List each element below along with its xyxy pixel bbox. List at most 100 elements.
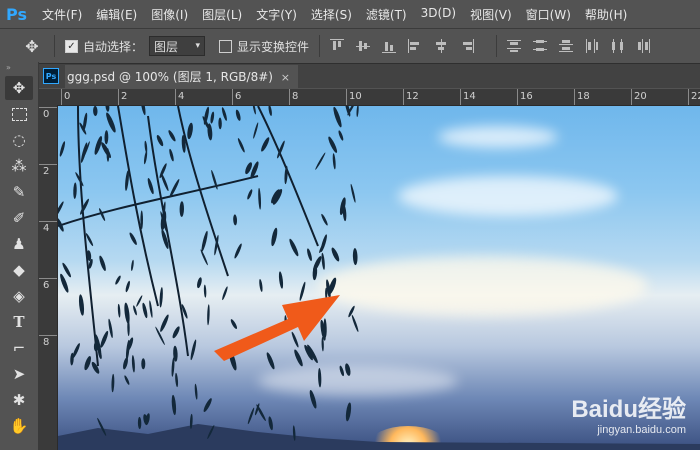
- willow-leaf: [140, 106, 146, 116]
- shape-tool-icon[interactable]: ✱: [5, 388, 33, 412]
- ruler-label: 6: [43, 280, 50, 291]
- panel-collapse-icon[interactable]: »: [0, 62, 38, 74]
- ruler-tick: [175, 89, 176, 105]
- willow-leaf: [168, 130, 176, 142]
- distribute-left-icon[interactable]: [585, 39, 599, 53]
- ruler-label: 2: [121, 91, 128, 102]
- menu-item[interactable]: 图层(L): [202, 6, 242, 23]
- lasso-tool-icon[interactable]: ◌: [5, 128, 33, 152]
- menu-item[interactable]: 图像(I): [151, 6, 188, 23]
- ruler-origin[interactable]: [39, 89, 58, 105]
- auto-select-target-dropdown[interactable]: 图层 ▾: [149, 36, 206, 56]
- willow-leaf: [218, 117, 222, 130]
- willow-leaf: [350, 183, 356, 203]
- willow-leaf: [172, 326, 180, 339]
- menu-item[interactable]: 选择(S): [311, 6, 352, 23]
- align-bottom-edges-icon[interactable]: [382, 39, 397, 53]
- willow-leaf: [252, 106, 256, 115]
- move-tool-icon[interactable]: ✥: [20, 37, 44, 56]
- willow-leaf: [351, 314, 359, 332]
- distribute-horizontal-centers-icon[interactable]: [611, 39, 625, 53]
- willow-leaf: [124, 375, 130, 385]
- willow-leaf: [321, 252, 325, 270]
- menu-item[interactable]: 滤镜(T): [366, 6, 407, 23]
- menu-item[interactable]: 文字(Y): [256, 6, 297, 23]
- photoshop-doc-icon: Ps: [43, 68, 59, 84]
- watermark-sub: jingyan.baidu.com: [597, 424, 686, 436]
- align-top-edges-icon[interactable]: [330, 39, 345, 53]
- align-vertical-centers-icon[interactable]: [356, 39, 371, 53]
- marquee-tool-icon[interactable]: [5, 102, 33, 126]
- willow-leaf: [155, 326, 165, 345]
- willow-leaf: [159, 287, 163, 308]
- willow-leaf: [207, 424, 215, 440]
- vertical-ruler[interactable]: 0 2 4 6 8: [39, 105, 58, 450]
- magic-wand-tool-icon[interactable]: ⁂: [5, 154, 33, 178]
- auto-select-checkbox[interactable]: ✓: [65, 39, 78, 53]
- willow-leaf: [233, 214, 238, 226]
- willow-leaf: [271, 227, 278, 247]
- document-tab[interactable]: ggg.psd @ 100% (图层 1, RGB/8#) ×: [65, 64, 298, 88]
- ruler-tick: [118, 89, 119, 105]
- stamp-tool-icon[interactable]: ♟: [5, 232, 33, 256]
- menu-item[interactable]: 视图(V): [470, 6, 512, 23]
- willow-leaf: [147, 178, 154, 195]
- willow-leaf: [73, 182, 77, 199]
- align-horizontal-centers-icon[interactable]: [434, 39, 448, 53]
- willow-leaf: [194, 383, 198, 400]
- willow-leaf: [144, 140, 148, 153]
- eyedropper-tool-icon[interactable]: ✎: [5, 180, 33, 204]
- willow-leaf: [97, 417, 107, 436]
- show-transform-checkbox[interactable]: [219, 39, 233, 53]
- willow-leaf: [338, 130, 344, 141]
- distribute-right-icon[interactable]: [637, 39, 651, 53]
- willow-leaf: [261, 137, 270, 152]
- distribute-vertical-centers-icon[interactable]: [533, 39, 548, 53]
- willow-leaf: [129, 232, 137, 245]
- pen-tool-icon[interactable]: ⌐: [5, 336, 33, 360]
- willow-leaf: [203, 284, 207, 298]
- ruler-label: 4: [178, 91, 185, 102]
- eraser-tool-icon[interactable]: ◆: [5, 258, 33, 282]
- move-tool-icon[interactable]: ✥: [5, 76, 33, 100]
- photoshop-logo: Ps: [6, 4, 27, 24]
- type-tool-icon[interactable]: T: [5, 310, 33, 334]
- path-selection-tool-icon[interactable]: ➤: [5, 362, 33, 386]
- ruler-label: 14: [463, 91, 476, 102]
- willow-leaf: [307, 248, 312, 262]
- willow-leaf: [80, 142, 88, 163]
- menu-item[interactable]: 帮助(H): [585, 6, 627, 23]
- paint-bucket-tool-icon[interactable]: ◈: [5, 284, 33, 308]
- menu-item[interactable]: 编辑(E): [96, 6, 137, 23]
- close-icon[interactable]: ×: [281, 71, 290, 84]
- menu-item[interactable]: 3D(D): [421, 6, 456, 23]
- willow-leaf: [171, 394, 177, 416]
- willow-leaf: [126, 337, 134, 352]
- willow-leaf: [284, 165, 288, 185]
- willow-leaf: [319, 242, 325, 253]
- brush-tool-icon[interactable]: ✐: [5, 206, 33, 230]
- divider: [496, 35, 498, 57]
- align-right-edges-icon[interactable]: [460, 39, 475, 53]
- willow-leaf: [321, 213, 328, 226]
- willow-leaf: [131, 259, 134, 272]
- menu-item[interactable]: 窗口(W): [526, 6, 571, 23]
- distribute-bottom-icon[interactable]: [559, 39, 574, 53]
- show-transform-label: 显示变换控件: [237, 39, 310, 54]
- willow-leaf: [234, 243, 242, 259]
- auto-select-label: 自动选择：: [83, 39, 144, 54]
- distribute-top-icon[interactable]: [507, 39, 522, 53]
- willow-leaf: [111, 373, 115, 393]
- willow-leaf: [131, 355, 135, 373]
- hand-tool-icon[interactable]: ✋: [5, 414, 33, 438]
- ruler-tick: [688, 89, 689, 105]
- ruler-tick: [631, 89, 632, 105]
- willow-leaf: [58, 201, 64, 219]
- menu-items: 文件(F) 编辑(E) 图像(I) 图层(L) 文字(Y) 选择(S) 滤镜(T) 3D(D)…: [42, 6, 641, 23]
- willow-leaf: [91, 361, 100, 374]
- document-canvas[interactable]: Baidu经验 jingyan.baidu.com: [58, 106, 700, 450]
- menu-item[interactable]: 文件(F): [42, 6, 82, 23]
- horizontal-ruler[interactable]: 0 2 4 6 8 10 12 14 16 18 20 22: [58, 89, 700, 106]
- willow-leaf: [203, 398, 212, 413]
- align-left-edges-icon[interactable]: [408, 39, 422, 53]
